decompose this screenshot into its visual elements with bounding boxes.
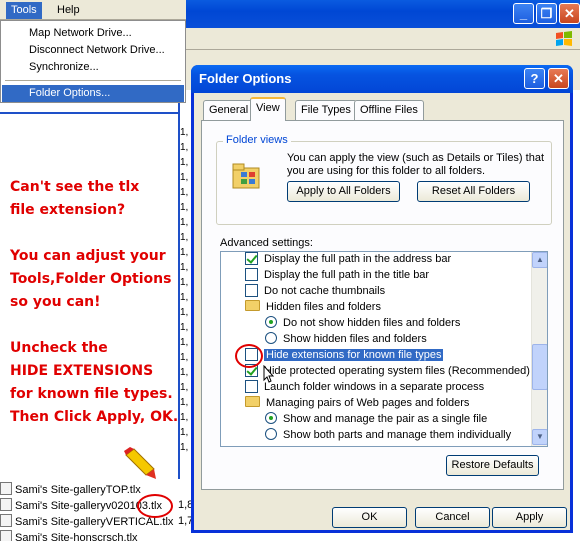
view-tab-panel: Folder views You can apply the view (suc… bbox=[201, 120, 564, 490]
apply-button[interactable]: Apply bbox=[492, 507, 567, 528]
setting-full-path-title-bar[interactable]: Display the full path in the title bar bbox=[245, 267, 429, 283]
tab-general[interactable]: General bbox=[203, 100, 255, 120]
tab-view[interactable]: View bbox=[250, 97, 286, 121]
menu-help[interactable]: Help bbox=[52, 2, 85, 19]
close-button[interactable]: ✕ bbox=[559, 3, 580, 24]
radio[interactable] bbox=[265, 412, 277, 424]
radio[interactable] bbox=[265, 316, 277, 328]
setting-single-file[interactable]: Show and manage the pair as a single fil… bbox=[265, 411, 487, 427]
reset-all-folders-button[interactable]: Reset All Folders bbox=[417, 181, 530, 202]
file-row[interactable]: Sami's Site-galleryTOP.tlx bbox=[0, 482, 141, 497]
checkbox[interactable] bbox=[245, 284, 258, 297]
checkbox[interactable] bbox=[245, 252, 258, 265]
setting-show-hidden[interactable]: Show hidden files and folders bbox=[265, 331, 427, 347]
dialog-title: Folder Options bbox=[199, 71, 292, 86]
explorer-titlebar: _ ❐ ✕ bbox=[186, 0, 580, 28]
setting-label: Hide protected operating system files (R… bbox=[264, 365, 530, 377]
setting-label: Managing pairs of Web pages and folders bbox=[266, 397, 470, 409]
file-row[interactable]: Sami's Site-honscrsch.tlx bbox=[0, 530, 138, 541]
folder-views-legend: Folder views bbox=[223, 134, 291, 146]
radio[interactable] bbox=[265, 332, 277, 344]
folder-icon bbox=[245, 300, 260, 311]
menu-item-map-network-drive[interactable]: Map Network Drive... bbox=[2, 25, 184, 42]
instruction-line: HIDE EXTENSIONS bbox=[10, 363, 154, 379]
instruction-line: Can't see the tlx bbox=[10, 179, 140, 195]
pencil-icon bbox=[124, 447, 156, 479]
dialog-close-button[interactable]: ✕ bbox=[548, 68, 569, 89]
menu-item-disconnect-network-drive[interactable]: Disconnect Network Drive... bbox=[2, 42, 184, 59]
setting-group-web-pairs: Managing pairs of Web pages and folders bbox=[245, 395, 469, 411]
file-name: Sami's Site-honscrsch.tlx bbox=[15, 532, 138, 541]
file-icon bbox=[0, 482, 12, 495]
instruction-line: so you can! bbox=[10, 294, 101, 310]
annotation-circle bbox=[137, 494, 173, 518]
file-icon bbox=[0, 498, 12, 511]
setting-label: Display the full path in the address bar bbox=[264, 253, 452, 265]
setting-label: Show hidden files and folders bbox=[283, 333, 427, 345]
scroll-thumb[interactable] bbox=[532, 344, 547, 390]
scroll-up-icon[interactable]: ▲ bbox=[532, 252, 547, 268]
help-button[interactable]: ? bbox=[524, 68, 545, 89]
setting-full-path-address-bar[interactable]: Display the full path in the address bar bbox=[245, 252, 452, 267]
setting-cache-thumbnails[interactable]: Do not cache thumbnails bbox=[245, 283, 385, 299]
divider bbox=[0, 112, 180, 114]
setting-hide-extensions[interactable]: Hide extensions for known file types bbox=[245, 347, 444, 363]
setting-label: Hidden files and folders bbox=[266, 301, 381, 313]
file-icon bbox=[0, 514, 12, 527]
instruction-line: Tools,Folder Options bbox=[10, 271, 172, 287]
setting-label: Show both parts and manage them individu… bbox=[283, 429, 512, 441]
folder-views-description: You can apply the view (such as Details … bbox=[287, 152, 545, 177]
setting-do-not-show-hidden[interactable]: Do not show hidden files and folders bbox=[265, 315, 460, 331]
explorer-toolbar bbox=[186, 28, 580, 50]
folder-views-group: Folder views You can apply the view (suc… bbox=[216, 134, 552, 225]
apply-to-all-folders-button[interactable]: Apply to All Folders bbox=[287, 181, 400, 202]
menu-item-synchronize[interactable]: Synchronize... bbox=[2, 59, 184, 76]
settings-scrollbar[interactable]: ▲ ▼ bbox=[531, 252, 547, 446]
maximize-button[interactable]: ❐ bbox=[536, 3, 557, 24]
setting-launch-separate-process[interactable]: Launch folder windows in a separate proc… bbox=[245, 379, 484, 395]
advanced-settings-list[interactable]: Display the full path in the address bar… bbox=[220, 251, 548, 447]
instruction-line: for known file types. bbox=[10, 386, 173, 402]
annotation-circle bbox=[235, 344, 263, 368]
checkbox[interactable] bbox=[245, 268, 258, 281]
file-name: Sami's Site-galleryTOP.tlx bbox=[15, 484, 141, 496]
minimize-button[interactable]: _ bbox=[513, 3, 534, 24]
advanced-settings-label: Advanced settings: bbox=[220, 237, 313, 249]
mouse-cursor-icon bbox=[263, 365, 275, 383]
instruction-line: Then Click Apply, OK. bbox=[10, 409, 179, 425]
menu-separator bbox=[5, 80, 181, 81]
folder-options-dialog: Folder Options ? ✕ General View File Typ… bbox=[191, 65, 573, 533]
setting-both-parts[interactable]: Show both parts and manage them individu… bbox=[265, 427, 511, 443]
setting-label: Do not show hidden files and folders bbox=[283, 317, 461, 329]
cancel-button[interactable]: Cancel bbox=[415, 507, 490, 528]
setting-label: Show and manage the pair as a single fil… bbox=[283, 413, 488, 425]
folder-icon bbox=[245, 396, 260, 407]
menu-tools[interactable]: Tools bbox=[6, 2, 42, 19]
ok-button[interactable]: OK bbox=[332, 507, 407, 528]
instruction-line: file extension? bbox=[10, 202, 126, 218]
tools-menu: Map Network Drive... Disconnect Network … bbox=[0, 20, 186, 103]
file-icon bbox=[0, 530, 12, 541]
menu-bar: Tools Help bbox=[0, 0, 186, 20]
setting-label: Display the full path in the title bar bbox=[264, 269, 430, 281]
tab-file-types[interactable]: File Types bbox=[295, 100, 357, 120]
instruction-line: You can adjust your bbox=[10, 248, 166, 264]
checkbox[interactable] bbox=[245, 380, 258, 393]
setting-hide-protected-files[interactable]: Hide protected operating system files (R… bbox=[245, 363, 530, 379]
tab-offline-files[interactable]: Offline Files bbox=[354, 100, 424, 120]
folder-views-icon bbox=[232, 163, 260, 189]
menu-item-folder-options[interactable]: Folder Options... bbox=[2, 85, 184, 102]
windows-logo-icon bbox=[556, 31, 572, 46]
scroll-down-icon[interactable]: ▼ bbox=[532, 429, 547, 445]
restore-defaults-button[interactable]: Restore Defaults bbox=[446, 455, 539, 476]
dialog-titlebar: Folder Options ? ✕ bbox=[191, 65, 573, 93]
instruction-line: Uncheck the bbox=[10, 340, 108, 356]
setting-group-hidden-files: Hidden files and folders bbox=[245, 299, 381, 315]
setting-label: Launch folder windows in a separate proc… bbox=[264, 381, 485, 393]
file-name: Sami's Site-galleryVERTICAL.tlx bbox=[15, 516, 174, 528]
setting-label: Hide extensions for known file types bbox=[264, 349, 444, 361]
radio[interactable] bbox=[265, 428, 277, 440]
setting-label: Do not cache thumbnails bbox=[264, 285, 386, 297]
